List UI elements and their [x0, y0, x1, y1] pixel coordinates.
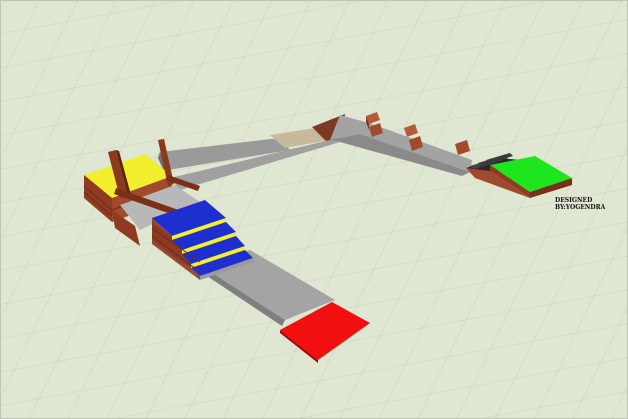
credit-line-1: DESIGNED — [555, 197, 592, 204]
course-3d-model: DESIGNED BY:YOGENDRA — [0, 0, 628, 419]
credit-line-2: BY:YOGENDRA — [555, 204, 606, 211]
design-viewport: DESIGNED BY:YOGENDRA — [0, 0, 628, 419]
